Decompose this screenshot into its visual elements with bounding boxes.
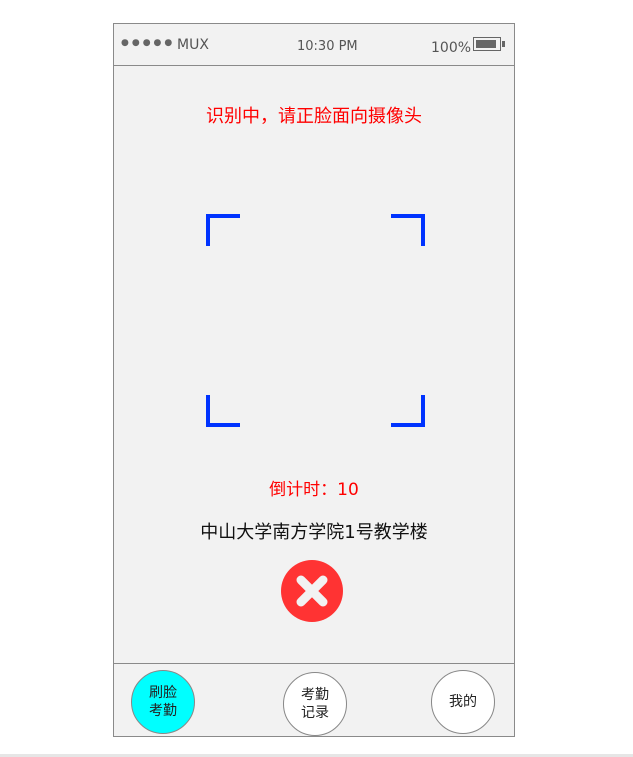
- status-bar: ●●●●● MUX 10:30 PM 100%: [114, 24, 514, 66]
- carrier: MUX: [177, 37, 209, 53]
- tab-attendance-records[interactable]: 考勤记录: [283, 672, 347, 736]
- close-icon: [281, 560, 343, 622]
- phone-frame: ●●●●● MUX 10:30 PM 100% 识别中，请正脸面向摄像头 倒计时…: [113, 23, 515, 737]
- countdown: 倒计时：10: [269, 480, 359, 500]
- viewfinder-corner-icon: [206, 214, 240, 246]
- tab-label: 刷脸考勤: [149, 685, 177, 719]
- location: 中山大学南方学院1号教学楼: [200, 522, 428, 543]
- signal-icon: ●●●●●: [121, 38, 176, 48]
- tab-face-attendance[interactable]: 刷脸考勤: [131, 670, 195, 734]
- tab-mine[interactable]: 我的: [431, 670, 495, 734]
- tab-label: 考勤记录: [301, 687, 329, 721]
- viewfinder-corner-icon: [391, 214, 425, 246]
- clock: 10:30 PM: [297, 39, 358, 54]
- battery-icon: [473, 37, 505, 51]
- battery-percent: 100%: [431, 40, 472, 56]
- tab-label: 我的: [449, 694, 477, 710]
- cancel-button[interactable]: [281, 560, 343, 622]
- recognition-prompt: 识别中，请正脸面向摄像头: [206, 106, 422, 127]
- viewfinder-corner-icon: [206, 395, 240, 427]
- viewfinder-corner-icon: [391, 395, 425, 427]
- tab-bar: 刷脸考勤 考勤记录 我的: [114, 663, 514, 737]
